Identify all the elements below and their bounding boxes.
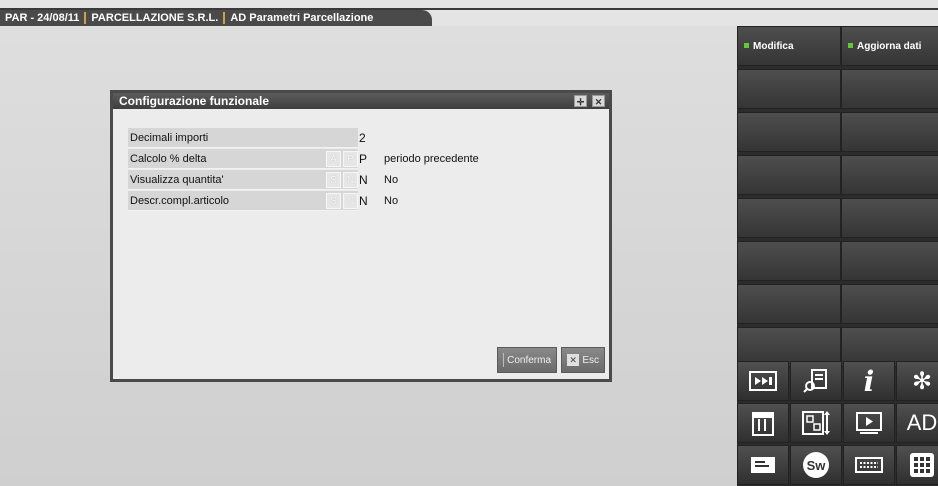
field-label-text: Descr.compl.articolo <box>130 195 230 207</box>
play-screen-icon[interactable] <box>843 403 895 443</box>
confirm-icon <box>503 353 505 367</box>
field-row-visualizza-quantita: Visualizza quantita' S N N No <box>128 170 398 190</box>
esc-button[interactable]: ✕ Esc <box>561 347 605 373</box>
aggiorna-dati-button[interactable]: Aggiorna dati <box>841 26 938 66</box>
field-label: Visualizza quantita' S N <box>128 170 358 190</box>
empty-function-button[interactable] <box>841 198 938 238</box>
aggiorna-label: Aggiorna dati <box>857 41 922 52</box>
field-value[interactable]: N <box>359 191 373 211</box>
empty-function-button[interactable] <box>737 241 841 281</box>
tab-separator <box>223 12 226 24</box>
empty-function-button[interactable] <box>737 69 841 109</box>
field-description: periodo precedente <box>384 153 479 165</box>
empty-function-button[interactable] <box>737 198 841 238</box>
tab-segment-company: PARCELLAZIONE S.R.L. <box>91 12 219 24</box>
search-document-icon[interactable] <box>790 361 842 401</box>
ad-label: AD <box>906 410 938 435</box>
field-row-descr-compl-articolo: Descr.compl.articolo S N N No <box>128 191 398 211</box>
close-icon: ✕ <box>567 354 580 366</box>
tab-segment-module: AD Parametri Parcellazione <box>230 12 374 24</box>
option-button-s[interactable]: S <box>326 172 341 188</box>
option-button-p[interactable]: P <box>343 151 358 167</box>
field-description: No <box>384 174 399 186</box>
svg-text:Sw: Sw <box>807 458 827 473</box>
window-tab[interactable]: PAR - 24/08/11 PARCELLAZIONE S.R.L. AD P… <box>0 10 432 26</box>
empty-function-button[interactable] <box>841 69 938 109</box>
empty-function-button[interactable] <box>841 241 938 281</box>
field-label: Decimali importi <box>128 128 358 148</box>
ad-icon[interactable]: AD <box>896 403 938 443</box>
info-icon[interactable]: i <box>843 361 895 401</box>
field-label: Descr.compl.articolo S N <box>128 191 358 211</box>
field-label-text: Visualizza quantita' <box>130 174 224 186</box>
empty-function-button[interactable] <box>737 112 841 152</box>
confirm-button[interactable]: Conferma <box>497 347 557 373</box>
field-label-text: Calcolo % delta <box>130 153 207 165</box>
field-value[interactable]: P <box>359 149 373 169</box>
option-buttons: S N <box>324 172 358 188</box>
message-icon[interactable] <box>737 445 789 485</box>
confirm-label: Conferma <box>507 354 551 366</box>
option-button-n[interactable]: N <box>343 193 358 209</box>
top-bar: PAR - 24/08/11 PARCELLAZIONE S.R.L. AD P… <box>0 0 938 26</box>
option-button-n[interactable]: N <box>343 172 358 188</box>
config-dialog: Configurazione funzionale ✛ ✕ Decimali i… <box>110 90 612 382</box>
layout-sort-icon[interactable] <box>790 403 842 443</box>
maximize-icon[interactable]: ✛ <box>574 95 587 107</box>
asterisk-icon[interactable]: ✻ <box>896 361 938 401</box>
empty-function-button[interactable] <box>841 155 938 195</box>
option-button-s[interactable]: S <box>326 193 341 209</box>
close-icon[interactable]: ✕ <box>592 95 605 107</box>
tab-separator <box>84 12 87 24</box>
keyboard-icon[interactable] <box>843 445 895 485</box>
field-row-calcolo-delta: Calcolo % delta A P P periodo precedente <box>128 149 479 169</box>
modifica-label: Modifica <box>753 41 794 52</box>
sw-logo-icon[interactable]: Sw <box>790 445 842 485</box>
status-dot-icon <box>848 43 853 48</box>
dialog-body: Decimali importi 2 Calcolo % delta A P P… <box>113 109 609 379</box>
dialog-title: Configurazione funzionale <box>119 94 269 108</box>
side-panel: Modifica Aggiorna dati i ✻ AD Sw <box>737 26 938 486</box>
field-row-decimali: Decimali importi 2 <box>128 128 373 148</box>
status-dot-icon <box>744 43 749 48</box>
field-label: Calcolo % delta A P <box>128 149 358 169</box>
option-button-a[interactable]: A <box>326 151 341 167</box>
empty-function-button[interactable] <box>737 284 841 324</box>
grid-menu-icon[interactable] <box>896 445 938 485</box>
dialog-title-bar: Configurazione funzionale ✛ ✕ <box>113 93 609 109</box>
field-value[interactable]: 2 <box>359 128 373 148</box>
calendar-icon[interactable] <box>737 403 789 443</box>
field-value[interactable]: N <box>359 170 373 190</box>
dialog-buttons: Conferma ✕ Esc <box>497 347 605 373</box>
esc-label: Esc <box>582 354 599 366</box>
asterisk-glyph: ✻ <box>911 367 933 395</box>
empty-function-button[interactable] <box>737 155 841 195</box>
field-description: No <box>384 195 399 207</box>
option-buttons: S N <box>324 193 358 209</box>
modifica-button[interactable]: Modifica <box>737 26 841 66</box>
empty-function-button[interactable] <box>841 112 938 152</box>
option-buttons: A P <box>324 151 358 167</box>
empty-function-button[interactable] <box>841 284 938 324</box>
fast-forward-icon[interactable] <box>737 361 789 401</box>
info-glyph: i <box>863 364 875 398</box>
tab-segment-date: PAR - 24/08/11 <box>5 12 80 24</box>
